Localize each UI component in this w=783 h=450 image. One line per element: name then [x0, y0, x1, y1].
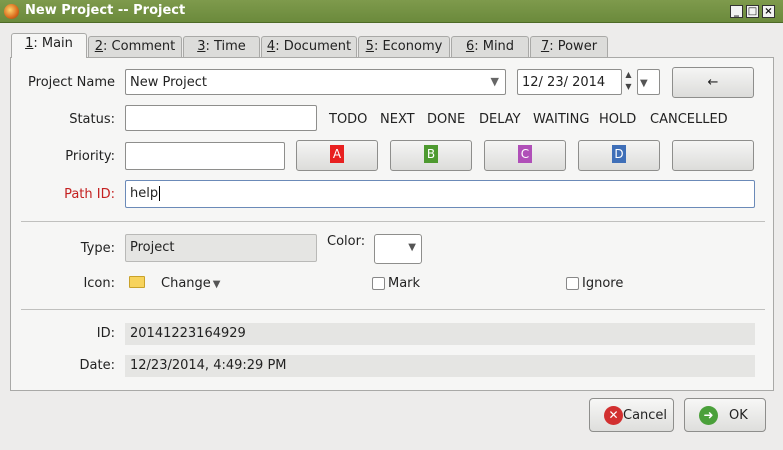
color-label: Color: [327, 234, 366, 249]
priority-a-button[interactable]: A [296, 140, 378, 171]
mark-label: Mark [388, 276, 421, 291]
icon-label: Icon: [83, 276, 115, 291]
main-panel: Project Name New Project ▼ 12/ 23/ 2014 … [10, 57, 774, 391]
status-hold[interactable]: HOLD [599, 112, 636, 127]
priority-b-swatch: B [424, 145, 438, 163]
path-id-label: Path ID: [64, 187, 115, 202]
mark-checkbox[interactable] [372, 277, 385, 290]
date-spinner[interactable]: ▲ ▼ [622, 69, 635, 95]
divider [21, 309, 765, 310]
chevron-down-icon: ▼ [408, 242, 416, 253]
chevron-down-icon: ▼ [212, 279, 221, 290]
date-label: Date: [79, 358, 115, 373]
tab-power[interactable]: 7: Power [530, 36, 608, 58]
project-name-value: New Project [130, 75, 207, 90]
arrow-right-icon: ➜ [699, 406, 718, 425]
date-dropdown[interactable]: ▼ [637, 69, 660, 95]
app-icon [4, 4, 19, 19]
status-delay[interactable]: DELAY [479, 112, 521, 127]
divider [21, 221, 765, 222]
tab-economy[interactable]: 5: Economy [358, 36, 450, 58]
status-done[interactable]: DONE [427, 112, 465, 127]
date-field[interactable]: 12/ 23/ 2014 [517, 69, 622, 95]
type-value: Project [130, 240, 175, 255]
window-title: New Project -- Project [25, 3, 186, 18]
priority-a-swatch: A [330, 145, 344, 163]
priority-field[interactable] [125, 142, 285, 170]
close-button[interactable]: × [762, 5, 775, 18]
date-value: 12/ 23/ 2014 [522, 75, 606, 90]
ignore-label: Ignore [582, 276, 624, 291]
tab-mind[interactable]: 6: Mind [451, 36, 529, 58]
minimize-button[interactable]: _ [730, 5, 743, 18]
project-name-label: Project Name [28, 75, 115, 90]
chevron-down-icon[interactable]: ▼ [491, 75, 499, 88]
tab-document[interactable]: 4: Document [261, 36, 357, 58]
id-value: 20141223164929 [130, 326, 246, 341]
chevron-down-icon: ▼ [640, 78, 648, 89]
priority-d-button[interactable]: D [578, 140, 660, 171]
date-readonly-field: 12/23/2014, 4:49:29 PM [125, 355, 755, 377]
text-cursor [159, 186, 161, 201]
color-picker[interactable]: ▼ [374, 234, 422, 264]
id-field: 20141223164929 [125, 323, 755, 345]
priority-clear-button[interactable] [672, 140, 754, 171]
ok-button[interactable]: ➜ OK [684, 398, 766, 432]
type-field: Project [125, 234, 317, 262]
priority-b-button[interactable]: B [390, 140, 472, 171]
path-id-value: help [130, 186, 159, 201]
cancel-label: Cancel [623, 408, 668, 423]
status-cancelled[interactable]: CANCELLED [650, 112, 728, 127]
back-button[interactable]: ← [672, 67, 754, 98]
priority-c-button[interactable]: C [484, 140, 566, 171]
path-id-input[interactable]: help [125, 180, 755, 208]
priority-c-swatch: C [518, 145, 532, 163]
folder-icon [129, 276, 145, 288]
project-name-combo[interactable]: New Project ▼ [125, 69, 506, 95]
tab-comment[interactable]: 2: Comment [88, 36, 182, 58]
cancel-button[interactable]: ✕ Cancel [589, 398, 674, 432]
status-field[interactable] [125, 105, 317, 131]
status-waiting[interactable]: WAITING [533, 112, 589, 127]
cancel-icon: ✕ [604, 406, 623, 425]
priority-d-swatch: D [612, 145, 626, 163]
status-next[interactable]: NEXT [380, 112, 415, 127]
status-todo[interactable]: TODO [329, 112, 367, 127]
type-label: Type: [80, 241, 115, 256]
ok-label: OK [729, 408, 748, 423]
status-label: Status: [69, 112, 115, 127]
title-bar: New Project -- Project _ □ × [0, 0, 783, 23]
ignore-checkbox[interactable] [566, 277, 579, 290]
tab-time[interactable]: 3: Time [183, 36, 260, 58]
maximize-button[interactable]: □ [746, 5, 759, 18]
id-label: ID: [96, 326, 115, 341]
change-icon-button[interactable]: Change ▼ [161, 276, 220, 291]
tab-main[interactable]: 1: Main [11, 33, 87, 58]
date-full-value: 12/23/2014, 4:49:29 PM [130, 358, 287, 373]
priority-label: Priority: [65, 149, 115, 164]
